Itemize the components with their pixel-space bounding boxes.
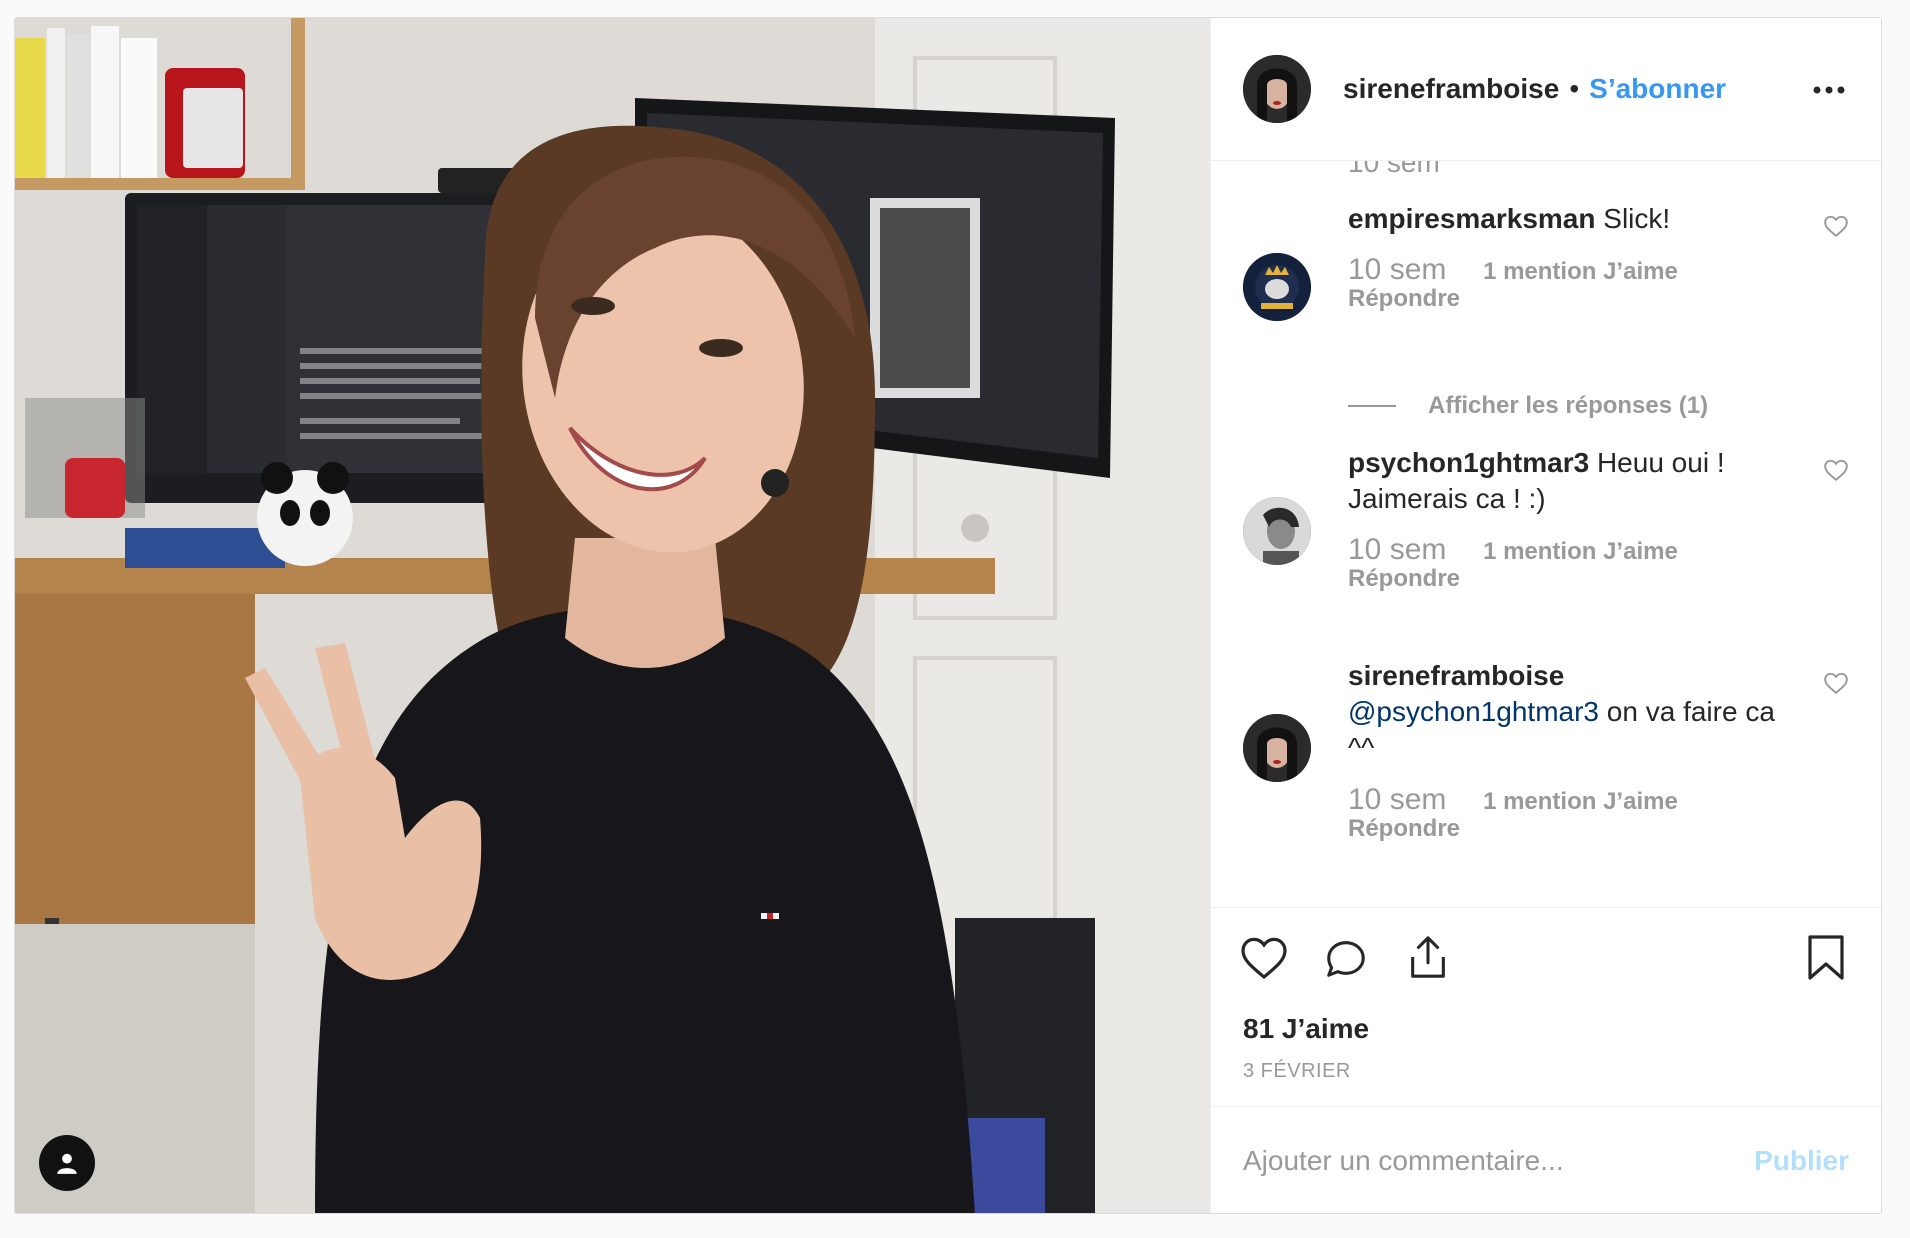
comment-button[interactable]	[1321, 933, 1371, 983]
reply-link[interactable]: Répondre	[1348, 565, 1460, 593]
likes-count[interactable]: 81 J’aime	[1211, 1007, 1881, 1051]
comment-username[interactable]: empiresmarksman	[1348, 203, 1595, 234]
comments-list[interactable]: 10 sem empiresmarksman Slick! 10 sem 1 m…	[1211, 161, 1881, 907]
save-button[interactable]	[1801, 933, 1851, 983]
share-icon	[1411, 935, 1445, 978]
commenter-avatar[interactable]	[1243, 253, 1311, 321]
more-dots-icon	[1813, 86, 1845, 94]
user-tag-button[interactable]	[39, 1135, 95, 1191]
comment-meta: 10 sem 1 mention J’aime	[1348, 533, 1678, 567]
comment-body: psychon1ghtmar3 Heuu oui ! Jaimerais ca …	[1348, 445, 1789, 517]
comment-meta: 10 sem 1 mention J’aime	[1348, 253, 1678, 287]
comment-bubble-icon	[1327, 940, 1365, 977]
post-date[interactable]: 3 FÉVRIER	[1211, 1051, 1881, 1107]
follow-button[interactable]: S’abonner	[1589, 73, 1726, 105]
post-side-panel: sireneframboise • S’abonner 10 sem empir…	[1210, 18, 1881, 1213]
comment-time: 10 sem	[1348, 161, 1440, 178]
publish-button[interactable]: Publier	[1754, 1145, 1849, 1177]
view-replies-label: Afficher les réponses (1)	[1428, 392, 1709, 419]
share-button[interactable]	[1403, 933, 1453, 983]
comment-input[interactable]	[1243, 1145, 1735, 1177]
post-header: sireneframboise • S’abonner	[1211, 18, 1881, 161]
commenter-avatar[interactable]	[1243, 714, 1311, 782]
comment-item: psychon1ghtmar3 Heuu oui ! Jaimerais ca …	[1243, 445, 1849, 605]
comment-username[interactable]: psychon1ghtmar3	[1348, 447, 1589, 478]
comment-item: empiresmarksman Slick! 10 sem 1 mention …	[1243, 201, 1849, 341]
reply-link[interactable]: Répondre	[1348, 285, 1460, 313]
comment-like-icon[interactable]	[1823, 213, 1849, 239]
user-tag-icon	[57, 1153, 77, 1174]
comment-likes-link[interactable]: 1 mention J’aime	[1483, 788, 1678, 815]
reply-link[interactable]: Répondre	[1348, 815, 1460, 843]
view-replies-link[interactable]: Afficher les réponses (1)	[1348, 392, 1708, 420]
comment-likes-link[interactable]: 1 mention J’aime	[1483, 258, 1678, 285]
comment-text: Slick!	[1603, 203, 1671, 234]
comment-time: 10 sem	[1348, 533, 1447, 566]
comment-time: 10 sem	[1348, 253, 1447, 286]
post-actions-bar	[1211, 907, 1881, 1007]
replies-divider-line	[1348, 405, 1396, 407]
photo-scene	[15, 18, 1210, 1213]
comment-body: empiresmarksman Slick!	[1348, 201, 1789, 237]
more-options-button[interactable]	[1809, 70, 1849, 110]
comment-like-icon[interactable]	[1823, 457, 1849, 483]
comment-meta: 10 sem 1 mention J’aime	[1348, 783, 1678, 817]
comment-time: 10 sem	[1348, 783, 1447, 816]
comment-username[interactable]: sireneframboise	[1348, 660, 1564, 691]
separator-dot: •	[1569, 73, 1580, 104]
comment-item: sireneframboise @psychon1ghtmar3 on va f…	[1243, 658, 1849, 842]
comment-like-icon[interactable]	[1823, 670, 1849, 696]
comment-body: sireneframboise @psychon1ghtmar3 on va f…	[1348, 658, 1789, 766]
like-button[interactable]	[1239, 933, 1289, 983]
post-photo[interactable]	[15, 18, 1210, 1213]
comment-likes-link[interactable]: 1 mention J’aime	[1483, 538, 1678, 565]
author-avatar[interactable]	[1243, 55, 1311, 123]
add-comment-bar: Publier	[1211, 1107, 1881, 1213]
heart-icon	[1241, 937, 1287, 979]
post-container: sireneframboise • S’abonner 10 sem empir…	[14, 17, 1882, 1214]
commenter-avatar[interactable]	[1243, 497, 1311, 565]
comment-mention-link[interactable]: @psychon1ghtmar3	[1348, 696, 1599, 727]
author-username[interactable]: sireneframboise	[1343, 73, 1559, 105]
bookmark-icon	[1808, 934, 1844, 980]
